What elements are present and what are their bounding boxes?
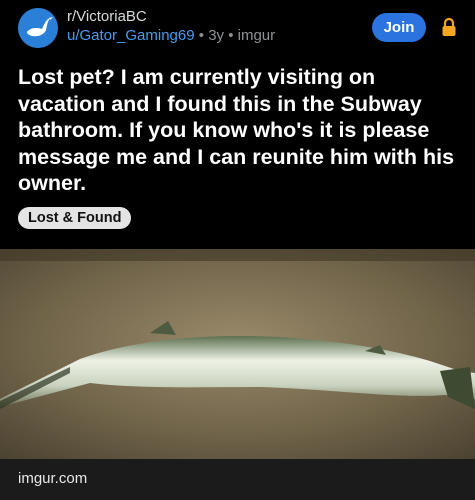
goose-icon: [18, 8, 58, 48]
post-title[interactable]: Lost pet? I am currently visiting on vac…: [18, 64, 458, 197]
subreddit-name[interactable]: r/VictoriaBC: [67, 8, 147, 25]
meta-separator: •: [228, 27, 234, 44]
join-button[interactable]: Join: [372, 13, 426, 42]
post-header: r/VictoriaBC u/Gator_Gaming69 • 3y • img…: [0, 0, 475, 58]
post-domain: imgur: [237, 27, 276, 44]
link-domain[interactable]: imgur.com: [18, 470, 87, 487]
meta-separator: •: [198, 27, 205, 44]
link-bar[interactable]: imgur.com: [0, 459, 475, 500]
post-age: 3y: [208, 27, 225, 44]
flair-badge[interactable]: Lost & Found: [18, 207, 132, 229]
post-image[interactable]: [0, 249, 475, 459]
author-link[interactable]: u/Gator_Gaming69: [67, 27, 195, 44]
post-meta: u/Gator_Gaming69 • 3y • imgur: [67, 27, 275, 44]
lock-icon: [441, 17, 457, 37]
subreddit-avatar[interactable]: [18, 8, 58, 48]
needlefish-photo: [0, 249, 475, 459]
